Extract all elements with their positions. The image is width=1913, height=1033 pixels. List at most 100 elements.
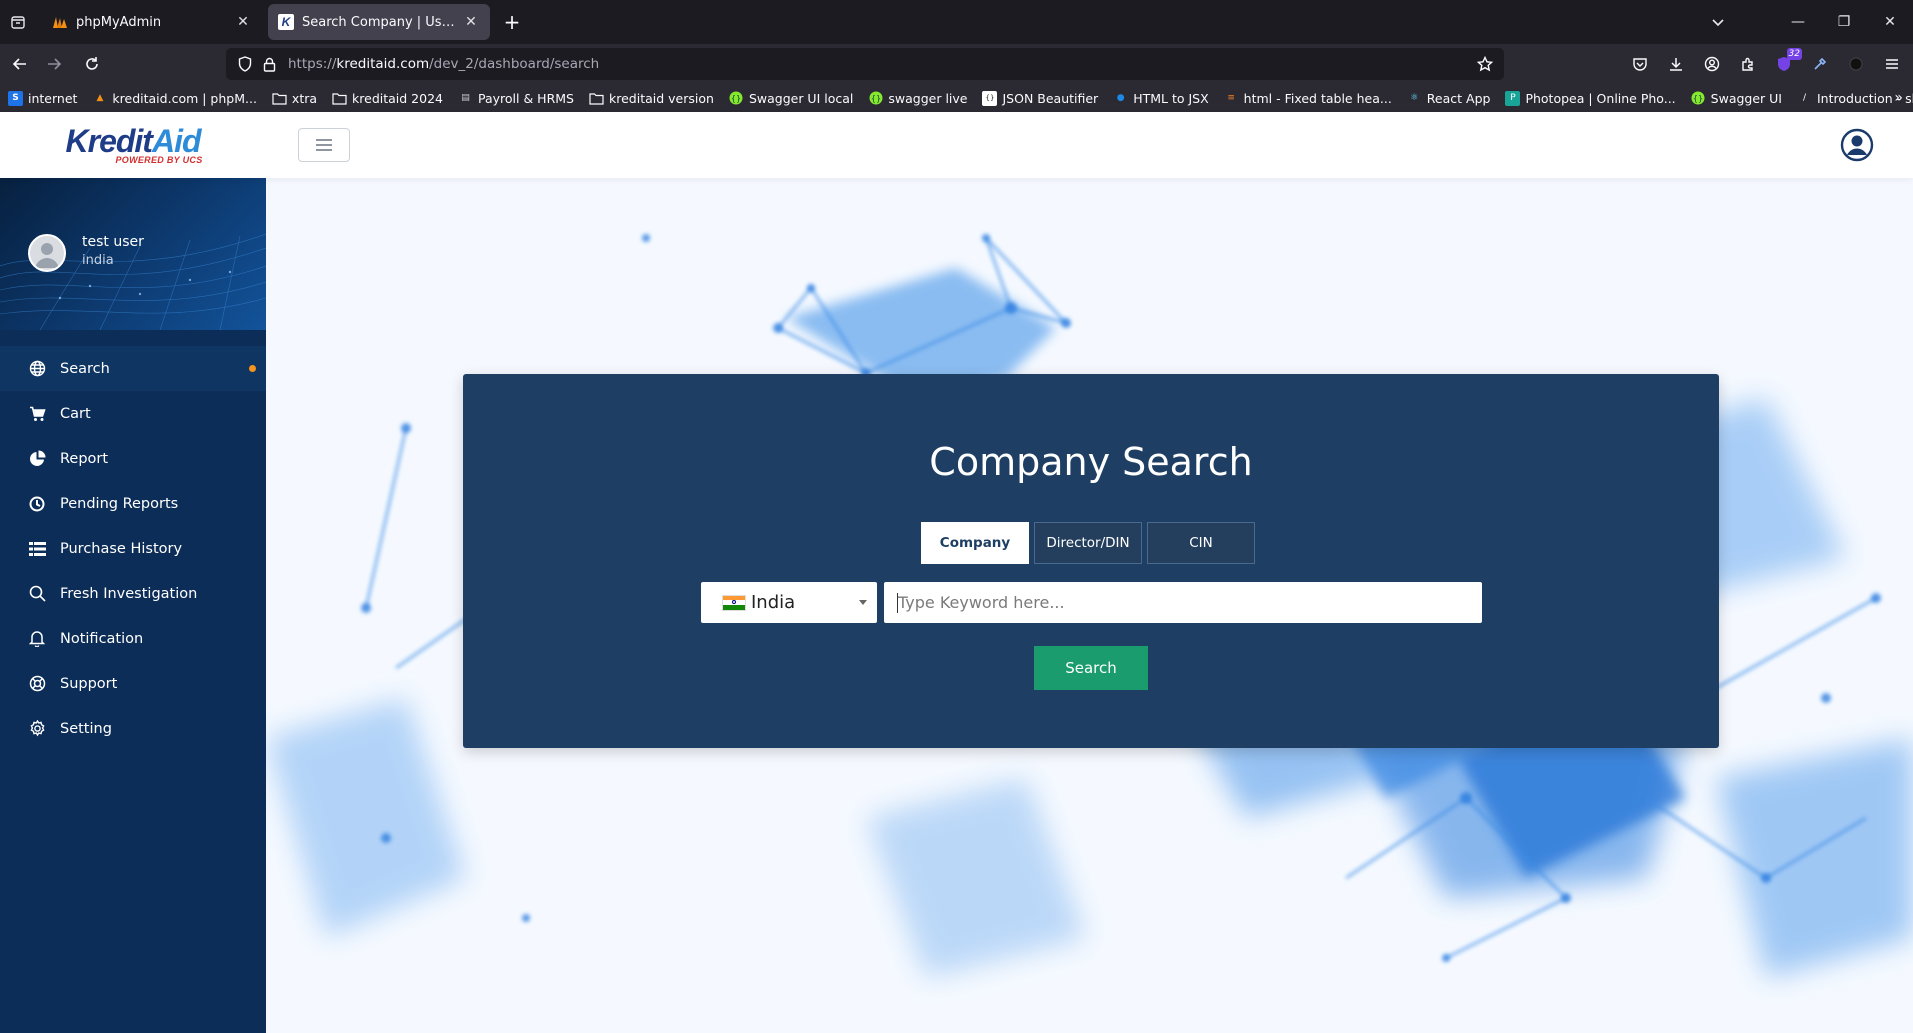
bookmark-item[interactable]: kreditaid 2024 — [332, 91, 443, 106]
folder-icon — [332, 91, 347, 106]
sidebar-item-label: Cart — [60, 405, 91, 422]
bookmark-item[interactable]: {} Swagger UI — [1691, 91, 1782, 106]
globe-icon — [28, 360, 46, 378]
gear-icon — [28, 720, 46, 738]
search-button[interactable]: Search — [1034, 646, 1148, 690]
url-bar[interactable]: https://kreditaid.com/dev_2/dashboard/se… — [226, 48, 1504, 80]
sidebar-item-notification[interactable]: Notification — [0, 616, 266, 661]
phpmyadmin-icon — [52, 14, 68, 30]
bookmark-item[interactable]: ≡ html - Fixed table hea... — [1224, 90, 1392, 106]
sidebar-item-label: Pending Reports — [60, 495, 179, 512]
url-host: kreditaid.com — [336, 56, 430, 72]
sidebar-item-setting[interactable]: Setting — [0, 706, 266, 751]
swagger-icon: {} — [868, 91, 883, 106]
bookmark-item[interactable]: kreditaid version — [589, 91, 714, 106]
close-tab-icon[interactable]: ✕ — [234, 13, 252, 31]
tab-cin[interactable]: CIN — [1147, 522, 1255, 564]
extension-shield-icon[interactable]: 32 — [1772, 48, 1802, 76]
user-profile-icon[interactable] — [1840, 128, 1874, 162]
pocket-icon[interactable] — [1628, 52, 1652, 76]
sidebar-item-label: Setting — [60, 720, 112, 737]
hamburger-icon — [316, 139, 332, 151]
download-icon[interactable] — [1664, 52, 1688, 76]
main-content: Company Search Company Director/DIN CIN … — [266, 178, 1913, 1033]
active-indicator-dot — [249, 365, 256, 372]
account-icon[interactable] — [1700, 52, 1724, 76]
country-select[interactable]: India — [701, 582, 877, 623]
tab-list-icon[interactable] — [6, 10, 30, 34]
bookmark-star-icon[interactable] — [1474, 53, 1496, 75]
bookmark-item[interactable]: {} swagger live — [868, 91, 967, 106]
dropdown-caret-icon — [859, 600, 867, 605]
bookmark-label: React App — [1426, 90, 1491, 106]
logo-wordmark: KreditAid — [66, 125, 202, 157]
browser-tab-search-company[interactable]: K Search Company | User Dashboard ✕ — [268, 4, 490, 40]
bookmark-label: Swagger UI local — [748, 90, 854, 106]
tab-director-din[interactable]: Director/DIN — [1034, 522, 1142, 564]
kreditaid-favicon-icon: K — [278, 14, 294, 30]
tab-title: Search Company | User Dashboard — [302, 14, 462, 30]
bookmark-label: Payroll & HRMS — [478, 90, 574, 106]
bookmark-item[interactable]: {} JSON Beautifier — [982, 90, 1099, 106]
search-type-tabs: Company Director/DIN CIN — [921, 522, 1255, 564]
jsx-icon: ● — [1116, 93, 1125, 103]
sidebar-item-fresh-investigation[interactable]: Fresh Investigation — [0, 571, 266, 616]
bookmark-item[interactable]: xtra — [272, 91, 317, 106]
dark-reader-icon[interactable] — [1844, 52, 1868, 76]
sidebar-item-report[interactable]: Report — [0, 436, 266, 481]
php-icon: ▲ — [96, 93, 104, 103]
bookmark-item[interactable]: ⚛ React App — [1407, 90, 1491, 106]
shadcn-icon: / — [1802, 93, 1806, 103]
tab-title: phpMyAdmin — [76, 14, 162, 30]
sidebar-toggle-button[interactable] — [298, 128, 350, 162]
tracking-shield-icon[interactable] — [234, 53, 256, 75]
bookmark-item[interactable]: ● HTML to JSX — [1113, 91, 1209, 106]
forward-icon[interactable] — [42, 52, 66, 76]
menu-icon[interactable] — [1880, 52, 1904, 76]
extensions-icon[interactable] — [1736, 52, 1760, 76]
bookmark-item[interactable]: ▤ Payroll & HRMS — [458, 91, 574, 106]
bookmark-item[interactable]: P Photopea | Online Pho... — [1505, 90, 1676, 106]
lifebuoy-icon — [28, 675, 46, 693]
extension-badge: 32 — [1786, 48, 1802, 60]
swagger-icon: {} — [1691, 91, 1706, 106]
back-icon[interactable] — [8, 52, 32, 76]
bookmark-item[interactable]: ▲ kreditaid.com | phpM... — [92, 91, 256, 106]
browser-tab-phpmyadmin[interactable]: phpMyAdmin ✕ — [42, 4, 262, 40]
window-controls: — ❐ ✕ — [1775, 0, 1913, 44]
restore-icon[interactable]: ❐ — [1821, 14, 1867, 30]
stackoverflow-icon: ≡ — [1227, 93, 1235, 103]
url-prefix: https:// — [288, 56, 337, 72]
bookmark-label: JSON Beautifier — [1002, 90, 1099, 106]
close-window-icon[interactable]: ✕ — [1867, 14, 1913, 30]
reload-icon[interactable] — [80, 52, 104, 76]
brand-logo[interactable]: KreditAid POWERED BY UCS — [0, 112, 266, 178]
bookmark-label: html - Fixed table hea... — [1243, 90, 1392, 106]
minimize-icon[interactable]: — — [1775, 14, 1821, 30]
lock-icon[interactable] — [258, 53, 280, 75]
sidebar-item-cart[interactable]: Cart — [0, 391, 266, 436]
bookmark-item[interactable]: Sinternet — [8, 90, 77, 106]
browser-tab-bar: phpMyAdmin ✕ K Search Company | User Das… — [0, 0, 1913, 44]
sidebar-item-label: Notification — [60, 630, 144, 647]
new-tab-icon[interactable]: + — [500, 10, 524, 34]
avatar[interactable] — [28, 234, 66, 272]
sidebar-item-search[interactable]: Search — [0, 346, 266, 391]
close-tab-icon[interactable]: ✕ — [462, 13, 480, 31]
user-name: test user — [82, 234, 144, 250]
text-cursor — [897, 593, 898, 613]
bookmark-label: kreditaid version — [609, 90, 714, 106]
bell-icon — [28, 630, 46, 648]
bookmarks-overflow-icon[interactable]: » — [1894, 90, 1903, 106]
chevron-down-icon[interactable] — [1706, 10, 1730, 34]
react-icon: ⚛ — [1410, 93, 1419, 103]
tab-company[interactable]: Company — [921, 522, 1029, 564]
bookmark-item[interactable]: {} Swagger UI local — [729, 91, 853, 106]
sidebar-item-purchase-history[interactable]: Purchase History — [0, 526, 266, 571]
sidebar-item-support[interactable]: Support — [0, 661, 266, 706]
sidebar-item-pending-reports[interactable]: Pending Reports — [0, 481, 266, 526]
url-text[interactable]: https://kreditaid.com/dev_2/dashboard/se… — [288, 56, 1474, 72]
browser-nav-bar: https://kreditaid.com/dev_2/dashboard/se… — [0, 44, 1913, 84]
keyword-search-input[interactable] — [884, 582, 1482, 623]
color-picker-icon[interactable] — [1808, 52, 1832, 76]
